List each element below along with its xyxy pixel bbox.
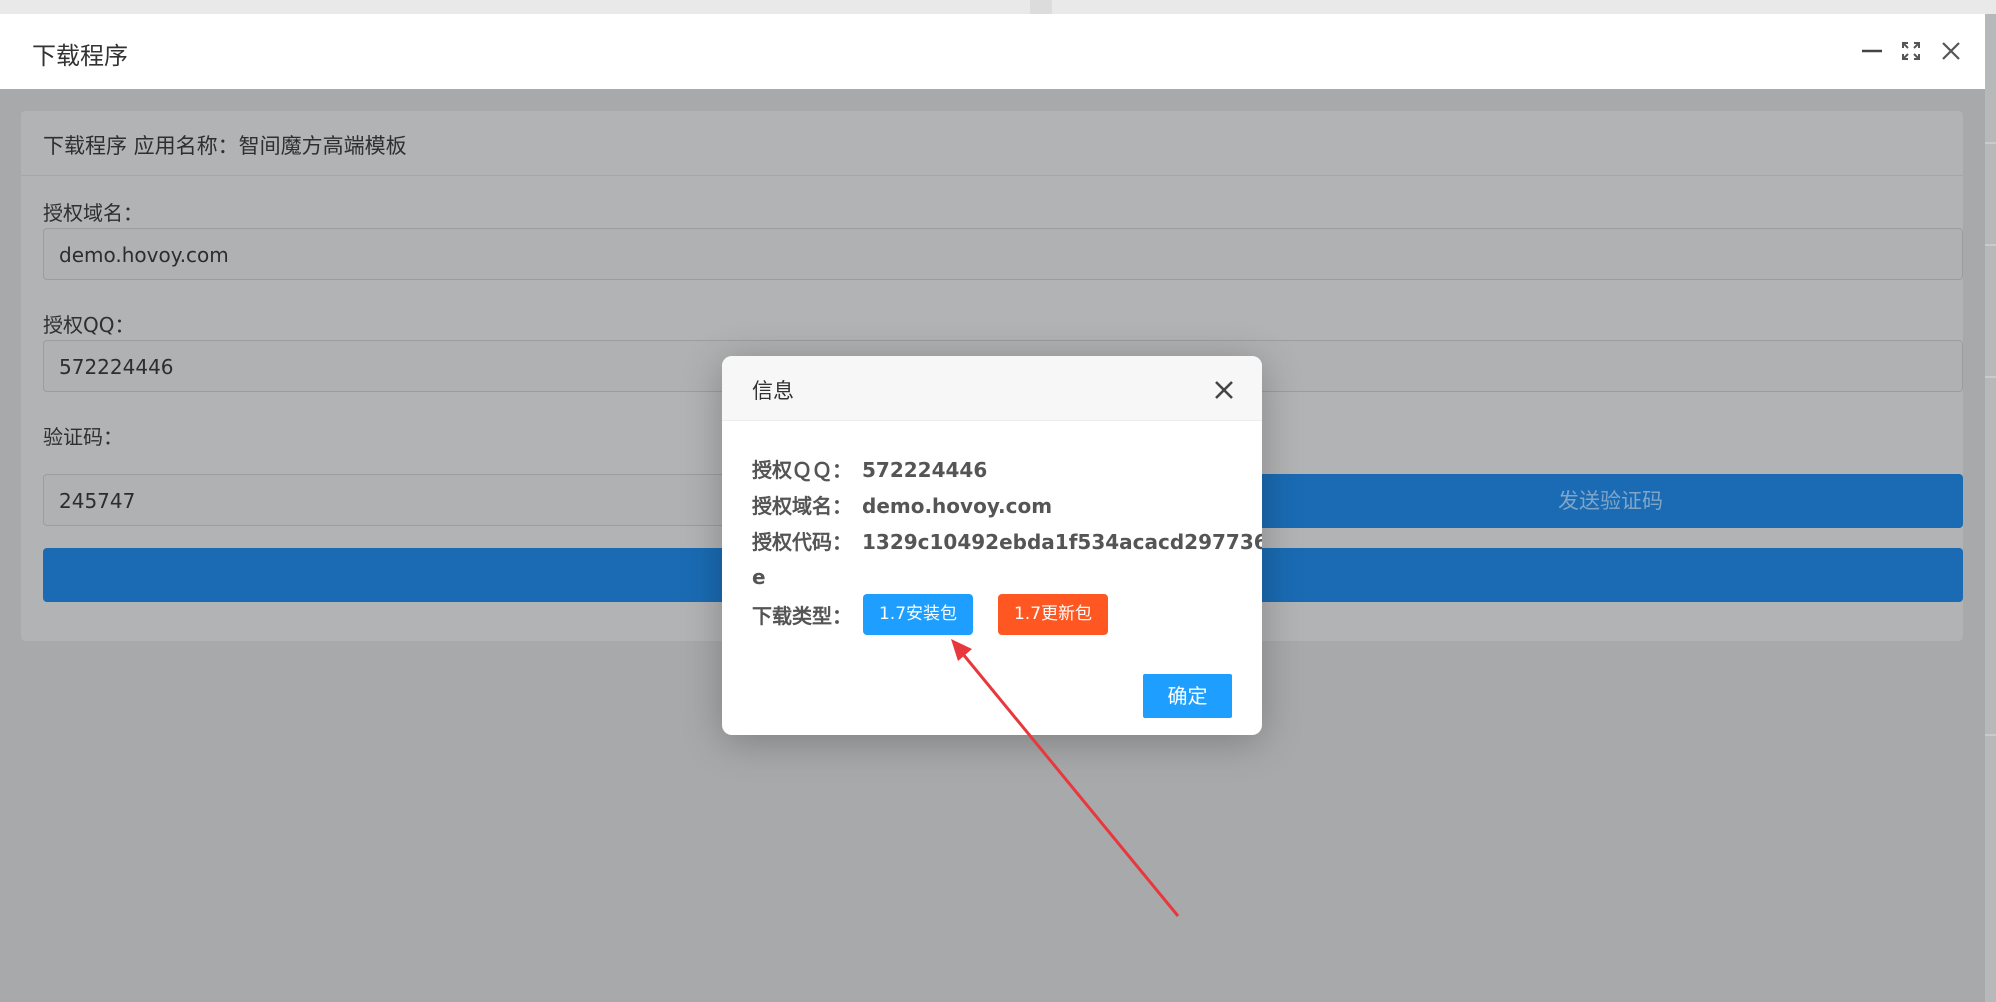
verify-code-label: 验证码： [43, 425, 123, 449]
info-domain-value: demo.hovoy.com [862, 494, 1053, 518]
background-tick [1985, 734, 1996, 736]
background-page-strip [0, 0, 1996, 14]
background-tick [1985, 244, 1996, 246]
background-divider [1030, 0, 1052, 14]
info-row-code: 授权代码： 1329c10492ebda1f534acacd2977367 [752, 526, 1262, 555]
info-row-type: 下载类型： [752, 600, 862, 629]
info-code-label: 授权代码： [752, 530, 852, 554]
send-code-button[interactable]: 发送验证码 [1258, 474, 1963, 528]
info-dialog: 信息 授权ＱＱ： 572224446 授权域名： demo.hovoy.com 授权… [722, 356, 1262, 735]
domain-label: 授权域名： [43, 201, 143, 225]
info-code-value-tail: e [752, 565, 766, 589]
info-code-value: 1329c10492ebda1f534acacd2977367 [862, 530, 1262, 554]
dialog-close-icon[interactable] [1212, 378, 1236, 402]
background-page-edge [1985, 14, 1996, 1002]
domain-input[interactable]: demo.hovoy.com [43, 228, 1963, 280]
dialog-title: 信息 [752, 379, 794, 403]
info-type-label: 下载类型： [752, 604, 852, 628]
maximize-icon[interactable] [1896, 36, 1926, 66]
info-row-domain: 授权域名： demo.hovoy.com [752, 490, 1052, 519]
info-qq-value: 572224446 [862, 458, 988, 482]
update-package-button[interactable]: 1.7更新包 [998, 594, 1108, 635]
info-domain-label: 授权域名： [752, 494, 852, 518]
info-row-qq: 授权ＱＱ： 572224446 [752, 454, 987, 483]
dialog-header: 信息 [722, 356, 1262, 421]
window-header: 下载程序 [0, 14, 1985, 90]
window-title: 下载程序 [32, 42, 128, 70]
background-tick [1985, 142, 1996, 144]
minimize-icon[interactable] [1857, 36, 1887, 66]
qq-label: 授权QQ： [43, 313, 135, 337]
panel-header: 下载程序 应用名称：智间魔方高端模板 [21, 111, 1963, 176]
info-qq-label: 授权ＱＱ： [752, 458, 852, 482]
close-icon[interactable] [1936, 36, 1966, 66]
panel-title: 下载程序 应用名称：智间魔方高端模板 [43, 134, 407, 158]
background-tick [1985, 376, 1996, 378]
confirm-button[interactable]: 确定 [1143, 674, 1232, 718]
install-package-button[interactable]: 1.7安装包 [863, 594, 973, 635]
